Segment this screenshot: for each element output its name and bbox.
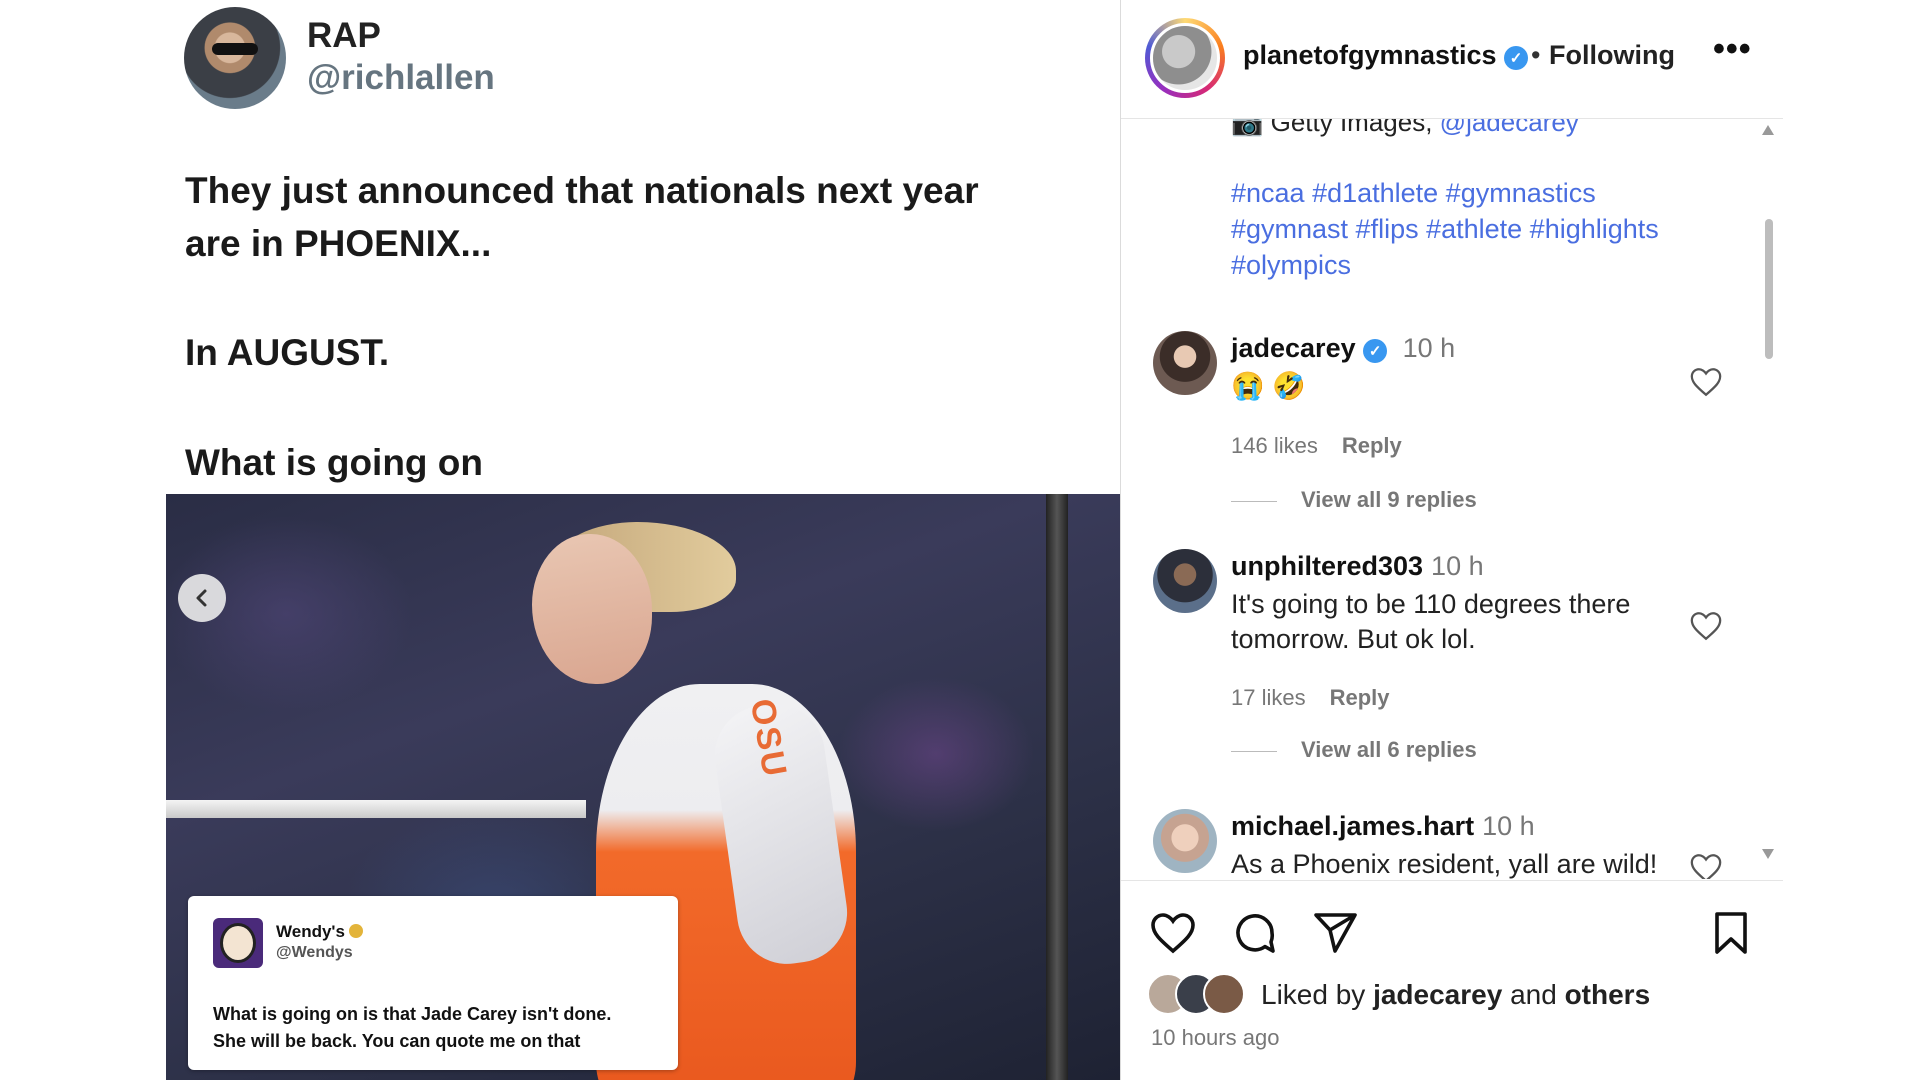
tweet-text-line-1: They just announced that nationals next … — [185, 170, 979, 211]
comment-text: It's going to be 110 degrees there tomor… — [1231, 589, 1631, 654]
mention-link[interactable]: @jadecarey — [1440, 119, 1579, 137]
caption-hashtags[interactable]: #ncaa #d1athlete #gymnastics #gymnast #f… — [1231, 175, 1711, 283]
more-icon[interactable]: ••• — [1713, 30, 1752, 69]
reply-button[interactable]: Reply — [1330, 685, 1390, 710]
tweet-author-avatar — [184, 7, 286, 109]
caption-credit: 📷 Getty Images, @jadecarey — [1231, 119, 1579, 138]
tweet-text-line-4: What is going on — [185, 442, 484, 483]
gymnast-photo: OSU Wendy's @Wendys What is going on is … — [166, 494, 1120, 1080]
heart-icon[interactable] — [1689, 365, 1723, 399]
view-replies-button[interactable]: View all 9 replies — [1231, 487, 1477, 513]
profile-username[interactable]: planetofgymnastics ✓ — [1243, 40, 1529, 71]
comment-text: As a Phoenix resident, yall are wild! — [1231, 849, 1658, 879]
comment-username[interactable]: jadecarey ✓ 10 h — [1231, 333, 1455, 364]
embedded-tweet-card: Wendy's @Wendys What is going on is that… — [188, 896, 678, 1070]
embedded-tweet-text: What is going on is that Jade Carey isn'… — [213, 1004, 612, 1051]
comment-icon[interactable] — [1231, 909, 1279, 957]
comment-text: 😭 🤣 — [1231, 371, 1306, 401]
verified-icon: ✓ — [1504, 46, 1529, 70]
carousel-prev-button[interactable] — [178, 574, 226, 622]
comments-list[interactable]: 📷 Getty Images, @jadecarey #ncaa #d1athl… — [1121, 119, 1783, 879]
share-icon[interactable] — [1311, 909, 1359, 957]
heart-icon[interactable] — [1689, 609, 1723, 643]
bar-support — [1046, 494, 1068, 1080]
scroll-up-arrow[interactable] — [1762, 125, 1774, 135]
comment-likes[interactable]: 17 likes — [1231, 685, 1306, 710]
comment-meta: 17 likes Reply — [1231, 685, 1414, 711]
profile-avatar[interactable] — [1145, 18, 1225, 98]
liked-by-text: Liked by jadecarey and others — [1261, 979, 1651, 1010]
tweet-text-line-3: In AUGUST. — [185, 332, 390, 373]
chevron-left-icon — [196, 589, 207, 607]
verified-icon — [348, 924, 363, 938]
post-header: planetofgymnastics ✓ • Following ••• — [1121, 0, 1783, 119]
commenter-avatar[interactable] — [1153, 809, 1217, 873]
comment-username[interactable]: michael.james.hart 10 h — [1231, 811, 1535, 842]
commenter-avatar[interactable] — [1153, 549, 1217, 613]
reply-button[interactable]: Reply — [1342, 433, 1402, 458]
following-button[interactable]: Following — [1549, 40, 1675, 71]
view-replies-button[interactable]: View all 6 replies — [1231, 737, 1477, 763]
comment-likes[interactable]: 146 likes — [1231, 433, 1318, 458]
embedded-tweet-handle: @Wendys — [276, 944, 353, 961]
bookmark-icon[interactable] — [1707, 909, 1755, 957]
scroll-down-arrow[interactable] — [1762, 849, 1774, 859]
heart-icon[interactable] — [1149, 909, 1197, 957]
wendys-avatar — [213, 918, 263, 968]
post-media: RAP @richlallen They just announced that… — [166, 0, 1120, 1080]
tweet-text-line-2: are in PHOENIX... — [185, 223, 492, 264]
heart-icon[interactable] — [1689, 851, 1723, 879]
post-timestamp[interactable]: 10 hours ago — [1151, 1025, 1279, 1051]
commenter-avatar[interactable] — [1153, 331, 1217, 395]
liked-by-avatars[interactable] — [1147, 973, 1247, 1015]
verified-icon: ✓ — [1363, 339, 1388, 363]
liked-by-user-link[interactable]: jadecarey — [1373, 979, 1502, 1010]
uneven-bar — [166, 800, 586, 818]
liked-by-others-link[interactable]: others — [1565, 979, 1651, 1010]
tweet-author-handle: @richlallen — [307, 58, 495, 97]
tweet-author-name: RAP — [307, 16, 381, 55]
comment-meta: 146 likes Reply — [1231, 433, 1426, 459]
embedded-tweet-name: Wendy's — [276, 922, 363, 942]
scrollbar-thumb[interactable] — [1765, 219, 1773, 359]
post-actions-bar: Liked by jadecarey and others 10 hours a… — [1121, 880, 1783, 1081]
comment-username[interactable]: unphiltered303 10 h — [1231, 551, 1484, 582]
gymnast-head — [532, 534, 652, 684]
separator-dot: • — [1531, 40, 1541, 70]
instagram-side-panel: planetofgymnastics ✓ • Following ••• 📷 G… — [1120, 0, 1783, 1080]
